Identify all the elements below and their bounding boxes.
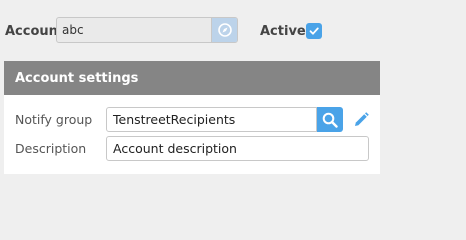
account-settings-panel: Account settings Notify group TenstreetR… bbox=[4, 61, 380, 174]
panel-title: Account settings bbox=[15, 70, 139, 86]
notify-group-input[interactable]: TenstreetRecipients bbox=[106, 107, 317, 132]
account-lookup-button[interactable] bbox=[211, 18, 237, 42]
account-field[interactable]: abc bbox=[56, 17, 238, 43]
panel-header: Account settings bbox=[4, 61, 380, 95]
notify-group-edit-button[interactable] bbox=[350, 109, 372, 131]
pencil-icon bbox=[355, 112, 369, 126]
checkmark-icon bbox=[309, 27, 319, 35]
active-checkbox[interactable] bbox=[306, 23, 322, 39]
account-row: Account abc Active bbox=[0, 0, 466, 62]
active-label: Active bbox=[260, 24, 306, 39]
account-input[interactable]: abc bbox=[57, 23, 211, 37]
notify-group-search-button[interactable] bbox=[317, 107, 343, 132]
description-label: Description bbox=[15, 141, 87, 156]
description-input[interactable]: Account description bbox=[106, 136, 369, 161]
notify-group-label: Notify group bbox=[15, 112, 93, 127]
search-icon bbox=[322, 112, 338, 128]
compass-icon bbox=[217, 23, 232, 37]
